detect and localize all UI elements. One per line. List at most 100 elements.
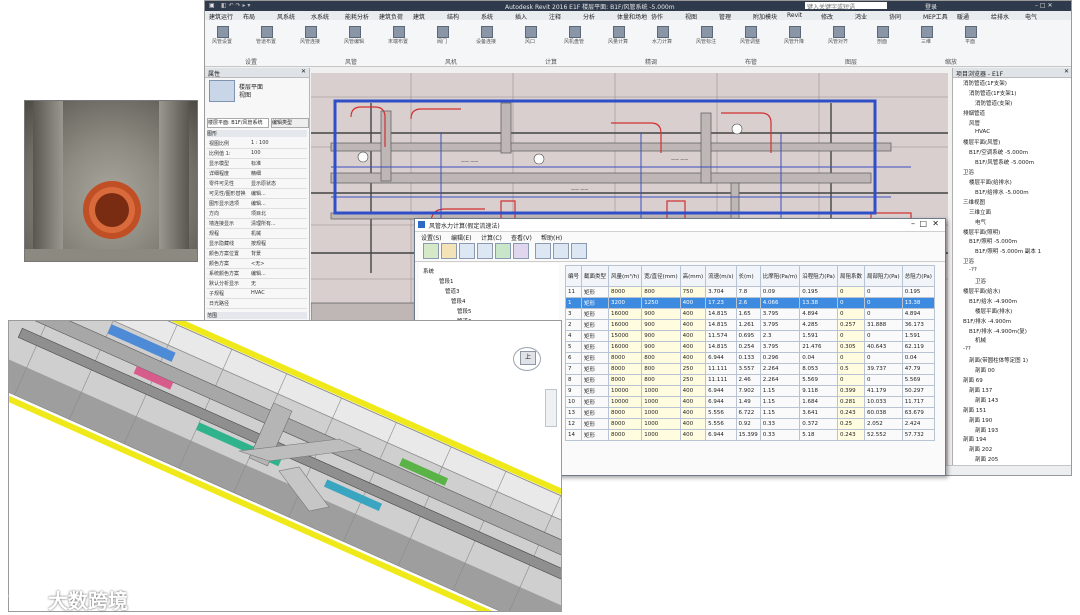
browser-item[interactable]: 消防管道(1F支架)	[963, 79, 1007, 87]
table-cell[interactable]: 5.18	[799, 429, 838, 441]
app-logo-icon[interactable]: ▣	[209, 2, 215, 9]
table-cell[interactable]: 0.254	[735, 341, 761, 353]
property-row[interactable]: 可见性/图形替换 编辑...	[207, 190, 307, 199]
property-row[interactable]: 颜色方案 <无>	[207, 260, 307, 269]
browser-item[interactable]: 剖面 143	[975, 396, 998, 404]
table-cell[interactable]: 0.695	[735, 330, 761, 342]
ribbon-button[interactable]: 剖面	[873, 24, 891, 46]
property-value[interactable]: 编辑...	[251, 270, 305, 277]
table-cell[interactable]: 3.557	[735, 363, 761, 375]
ribbon-button[interactable]: 末端布置	[388, 24, 408, 46]
tree-node[interactable]: 管段1	[439, 277, 454, 285]
property-value[interactable]: 按规程	[251, 240, 305, 247]
table-cell[interactable]: 0.92	[735, 418, 761, 430]
table-cell[interactable]: 800	[641, 374, 681, 386]
table-row[interactable]: 10 矩形 10000 1000 400 6.944 1.49 1.15 1.684 0.281 1…	[564, 396, 935, 408]
table-cell[interactable]: 0.399	[836, 385, 865, 397]
browser-item[interactable]: 卫浴	[963, 168, 974, 176]
table-cell[interactable]: 13	[564, 407, 583, 419]
table-cell[interactable]: 400	[679, 396, 707, 408]
table-row[interactable]: 1 矩形 3200 1250 400 17.23 2.6 4.066 13.38 0 0 13.38	[564, 297, 935, 309]
table-cell[interactable]: 39.737	[863, 363, 903, 375]
table-cell[interactable]: 6.944	[705, 396, 737, 408]
browser-item[interactable]: 楼层平面(风管)	[963, 138, 1000, 146]
table-cell[interactable]: 0.372	[799, 418, 838, 430]
table-cell[interactable]: 7.8	[735, 286, 761, 298]
table-cell[interactable]: 矩形	[581, 407, 610, 419]
table-cell[interactable]: 矩形	[581, 429, 610, 441]
browser-item[interactable]: 剖面 193	[975, 426, 998, 434]
tree-node[interactable]: 管段4	[451, 297, 466, 305]
table-cell[interactable]: 400	[679, 319, 707, 331]
table-cell[interactable]: 9	[564, 385, 583, 397]
browser-item[interactable]: B1F/空调系统 -5.000m	[969, 148, 1028, 156]
table-cell[interactable]: 0.305	[836, 341, 865, 353]
property-row[interactable]: 规程 机械	[207, 230, 307, 239]
table-cell[interactable]: 0.195	[799, 286, 838, 298]
table-cell[interactable]: 2.264	[759, 363, 801, 375]
table-row[interactable]: 6 矩形 8000 800 400 6.944 0.133 0.296 0.04 0 0 0.04	[564, 352, 935, 364]
property-row[interactable]: 子规程 HVAC	[207, 290, 307, 299]
browser-item[interactable]: 消防管道(支架)	[975, 99, 1012, 107]
table-cell[interactable]: 400	[679, 418, 707, 430]
maximize-icon[interactable]: □	[919, 219, 927, 228]
table-cell[interactable]: 3.704	[705, 286, 737, 298]
table-cell[interactable]: 11.717	[901, 396, 935, 408]
table-cell[interactable]: 400	[679, 352, 707, 364]
table-cell[interactable]: 7	[564, 363, 583, 375]
table-cell[interactable]: 50.297	[901, 385, 935, 397]
table-cell[interactable]: 400	[679, 429, 707, 441]
table-cell[interactable]: 0.33	[759, 418, 801, 430]
table-cell[interactable]: 11.111	[705, 374, 737, 386]
tree-node[interactable]: 管道3	[445, 287, 460, 295]
table-cell[interactable]: 900	[641, 308, 681, 320]
table-row[interactable]: 4 矩形 15000 900 400 11.574 0.695 2.3 1.591 0 0 1.591	[564, 330, 935, 342]
close-icon[interactable]: ✕	[301, 68, 306, 75]
property-row[interactable]: 默认分析显示 无	[207, 280, 307, 289]
property-value[interactable]: 编辑...	[251, 190, 305, 197]
table-cell[interactable]: 矩形	[581, 308, 610, 320]
browser-item[interactable]: 楼层平面(照明)	[963, 228, 1000, 236]
ribbon-button[interactable]: 三维	[917, 24, 935, 46]
table-cell[interactable]: 0.09	[759, 286, 801, 298]
table-cell[interactable]: 3.641	[799, 407, 838, 419]
table-cell[interactable]: 4.285	[799, 319, 838, 331]
table-cell[interactable]: 2.3	[759, 330, 801, 342]
table-cell[interactable]: 矩形	[581, 418, 610, 430]
table-cell[interactable]: 矩形	[581, 297, 610, 309]
browser-item[interactable]: 楼层平面(给水)	[963, 287, 1000, 295]
table-cell[interactable]: 0	[836, 352, 865, 364]
table-cell[interactable]: 4.894	[901, 308, 935, 320]
table-cell[interactable]: 矩形	[581, 396, 610, 408]
viewcube-top[interactable]: 上	[520, 351, 536, 365]
table-cell[interactable]: 31.888	[863, 319, 903, 331]
browser-item[interactable]: B1F/风管系统 -5.000m	[975, 158, 1034, 166]
table-cell[interactable]: 15.399	[735, 429, 761, 441]
table-cell[interactable]: 6.944	[705, 385, 737, 397]
table-cell[interactable]: 16000	[608, 308, 643, 320]
property-row[interactable]: 方向 项目北	[207, 210, 307, 219]
ribbon-button[interactable]: 平面	[961, 24, 979, 46]
property-row[interactable]: 比例值 1: 100	[207, 150, 307, 159]
browser-item[interactable]: 剖面(带圆柱体等定图 1)	[969, 356, 1028, 364]
search-input[interactable]: 键入关键字或短语	[805, 2, 887, 11]
table-cell[interactable]: 0.243	[836, 429, 865, 441]
table-cell[interactable]: 400	[679, 341, 707, 353]
user-login[interactable]: 登录	[925, 2, 937, 11]
table-row[interactable]: 8 矩形 8000 800 250 11.111 2.46 2.264 5.569 0 0 5.569	[564, 374, 935, 386]
tree-node[interactable]: 系统	[423, 267, 434, 275]
table-cell[interactable]: 36.173	[901, 319, 935, 331]
table-cell[interactable]: 10.033	[863, 396, 903, 408]
property-value[interactable]: 标准	[251, 160, 305, 167]
table-cell[interactable]: 14.815	[705, 319, 737, 331]
table-cell[interactable]: 5.556	[705, 418, 737, 430]
table-cell[interactable]: 8.053	[799, 363, 838, 375]
ribbon-button[interactable]: 风管标注	[696, 24, 716, 46]
close-icon[interactable]: ✕	[932, 219, 939, 228]
browser-item[interactable]: 电气	[975, 218, 986, 226]
browser-item[interactable]: 剖面 69	[963, 376, 983, 384]
table-cell[interactable]: 9.118	[799, 385, 838, 397]
ribbon-button[interactable]: 风管调整	[740, 24, 760, 46]
ribbon-button[interactable]: 设备连接	[476, 24, 496, 46]
table-cell[interactable]: 0	[836, 374, 865, 386]
